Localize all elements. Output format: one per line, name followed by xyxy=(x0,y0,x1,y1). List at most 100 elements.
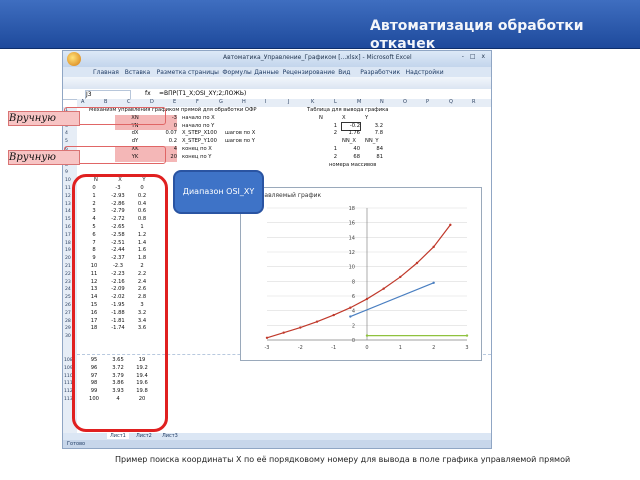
ribbon-tab[interactable]: Надстройки xyxy=(406,69,444,76)
column-header: G xyxy=(219,99,223,105)
row-header: 17 xyxy=(65,232,71,238)
row-header: 29 xyxy=(65,326,71,332)
chart-box[interactable]: Управляемый график 0 2 4 6 8 10 12 14 16 18 -3 -2 -1… xyxy=(240,187,482,361)
series-point xyxy=(349,315,352,318)
column-header: F xyxy=(196,99,199,105)
header-right: Таблица для вывода графика xyxy=(307,107,389,113)
row-header: 13 xyxy=(65,201,71,207)
right-table-header: X xyxy=(342,114,346,121)
status-bar: Готово xyxy=(63,440,491,448)
row-header: 16 xyxy=(65,225,71,230)
right-table-cell: 3.2 xyxy=(374,122,383,129)
series-point xyxy=(282,331,285,334)
column-header: C xyxy=(127,99,131,105)
sheet-tab[interactable]: Лист1 xyxy=(107,433,129,439)
series-point xyxy=(432,281,435,284)
x-tick-label: 0 xyxy=(365,345,368,351)
x-tick-label: 1 xyxy=(399,345,402,351)
series-point xyxy=(415,261,419,265)
name-box-value: J3 xyxy=(86,91,92,98)
right-table-cell: 1 xyxy=(333,146,337,152)
y-tick-label: 18 xyxy=(349,206,355,212)
row-header: 11 xyxy=(65,186,71,191)
x-tick-label: 3 xyxy=(465,345,468,351)
right-table-cell: 81 xyxy=(376,153,383,160)
status-text: Готово xyxy=(67,441,86,447)
series-point xyxy=(399,275,402,279)
ribbon-tab[interactable]: Формулы xyxy=(222,69,251,76)
column-header: K xyxy=(311,99,315,105)
sheet-tab[interactable]: Лист3 xyxy=(159,433,181,439)
sheet-tabs: Лист1 Лист2 Лист3 xyxy=(63,433,491,440)
row-header: 10 xyxy=(65,178,71,184)
row-header: 28 xyxy=(65,318,71,324)
series-point xyxy=(365,334,369,337)
row-header: 23 xyxy=(65,279,71,285)
right-table-cell: 2 xyxy=(333,130,337,137)
row-header: 24 xyxy=(65,287,71,293)
ribbon-tab[interactable]: Вставка xyxy=(125,69,150,76)
row-header: 30 xyxy=(65,334,71,340)
x-tick-label: 2 xyxy=(432,345,435,351)
column-header: L xyxy=(334,99,337,105)
right-table-cell: 40 xyxy=(353,146,360,152)
series-point xyxy=(382,287,385,290)
ribbon-tab[interactable]: Вид xyxy=(338,69,350,76)
range-highlight-oval xyxy=(72,174,168,432)
excel-window-title: Автоматика_Управление_Графиком [...xlsx]… xyxy=(223,54,412,61)
y-tick-label: 4 xyxy=(352,309,355,315)
row-header: 27 xyxy=(65,310,71,316)
column-header: P xyxy=(426,99,430,105)
slide-caption: Пример поиска координаты Х по её порядко… xyxy=(115,455,571,464)
row-header: 18 xyxy=(65,240,71,246)
column-header: H xyxy=(242,99,246,105)
y-tick-label: 14 xyxy=(349,235,355,241)
ribbon-tab[interactable]: Разметка страницы xyxy=(157,69,219,76)
param-value: 0.2 xyxy=(168,138,177,145)
ribbon-tab[interactable]: Разработчик xyxy=(360,69,400,76)
x-tick-label: -3 xyxy=(265,345,270,351)
right-table-cell: -0.2 xyxy=(341,121,361,132)
series-point xyxy=(299,326,302,329)
ribbon-tab[interactable]: Главная xyxy=(93,69,119,76)
ribbon-tabs: Главная Вставка Разметка страницы Формулы Да… xyxy=(63,67,491,77)
series-point xyxy=(465,334,469,337)
series-point xyxy=(332,313,335,317)
param-steps: 100 xyxy=(207,138,217,145)
row-header: 19 xyxy=(65,248,71,254)
right-table-header: NN_X xyxy=(342,138,356,145)
window-controls[interactable]: - □ x xyxy=(462,53,487,60)
param-unit: шагов по X xyxy=(225,130,256,137)
row-header: 5 xyxy=(65,139,68,145)
y-tick-label: 8 xyxy=(352,279,355,285)
right-table-note: номера массивов xyxy=(329,161,377,168)
row-header: 20 xyxy=(65,256,71,262)
right-table-cell: 68 xyxy=(353,153,360,160)
formula-input[interactable]: =ВПР(T1_X;OSI_XY;2;ЛОЖЬ) xyxy=(159,90,246,97)
column-header: M xyxy=(357,99,362,105)
ribbon-tab[interactable]: Данные xyxy=(254,69,279,76)
series-point xyxy=(365,297,369,301)
ribbon-tab[interactable]: Рецензирование xyxy=(283,69,335,76)
row-header: 14 xyxy=(65,209,71,215)
param-value: 0.07 xyxy=(165,130,177,137)
manual-label-1: Вручную xyxy=(8,111,80,126)
x-tick-label: -1 xyxy=(331,345,336,351)
office-button-icon[interactable] xyxy=(67,52,81,66)
right-table-cell: 1.76 xyxy=(348,130,360,137)
manual-label-2: Вручную xyxy=(8,150,80,165)
row-header: 21 xyxy=(65,264,71,269)
slide-title: Автоматизация обработки откачек xyxy=(370,18,584,52)
right-table-cell: 84 xyxy=(376,146,383,152)
param-steps: 100 xyxy=(207,130,217,137)
sheet-tab[interactable]: Лист2 xyxy=(133,433,155,439)
column-header: O xyxy=(403,99,407,105)
series-line xyxy=(350,282,434,318)
row-header: 9 xyxy=(65,170,68,176)
fx-icon[interactable]: fx xyxy=(145,90,151,97)
param-desc: X_STEP_X xyxy=(182,130,208,137)
row-header: 15 xyxy=(65,217,71,223)
right-table-header: NN_Y xyxy=(365,138,379,145)
x-tick-label: -2 xyxy=(298,345,303,351)
right-table-cell: 7.8 xyxy=(374,130,383,137)
